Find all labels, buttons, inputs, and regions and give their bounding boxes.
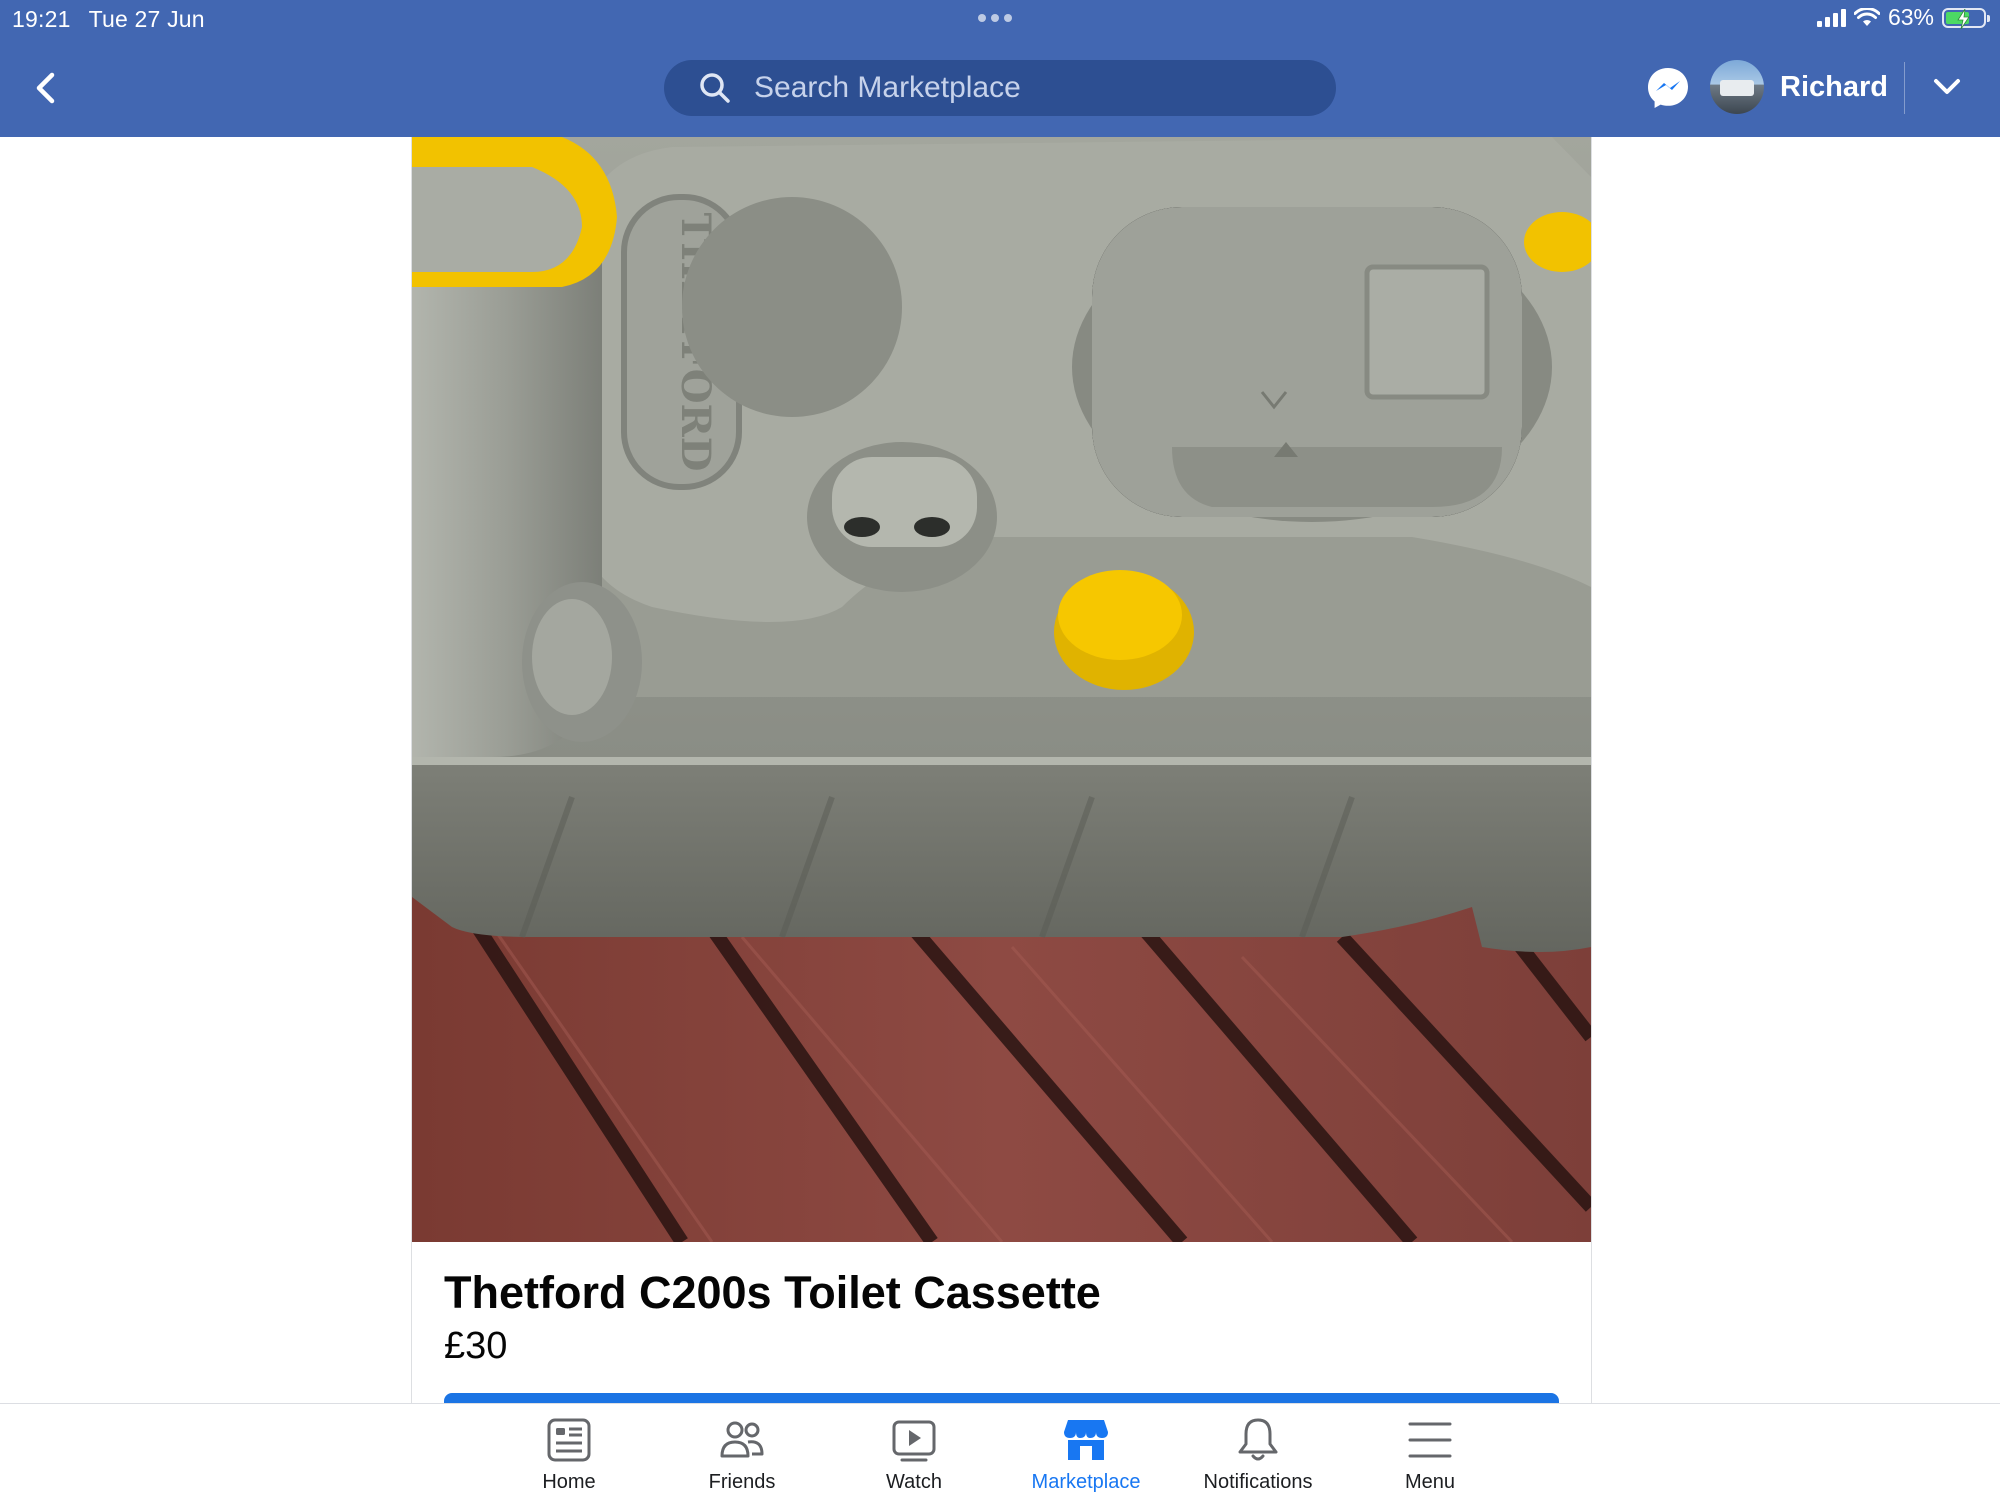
status-date: Tue 27 Jun [88, 6, 205, 32]
nav-label-home: Home [542, 1471, 596, 1493]
battery-charging-icon [1942, 7, 1990, 29]
nav-label-menu: Menu [1404, 1471, 1456, 1493]
search-icon [700, 73, 730, 103]
cellular-signal-icon [1816, 8, 1846, 27]
status-time: 19:21 [12, 6, 71, 32]
nav-label-notifications: Notifications [1203, 1471, 1313, 1493]
profile-name: Richard [1780, 70, 1888, 103]
search-input[interactable] [752, 70, 1316, 106]
home-feed-icon [547, 1418, 591, 1462]
nav-notifications[interactable]: Notifications [1178, 1416, 1338, 1496]
listing-card: THETFORD Thetford C200s Toilet Cassette … [411, 137, 1592, 1403]
top-header: 19:21 Tue 27 Jun 63% Search Marketplace … [0, 0, 2000, 137]
nav-label-friends: Friends [708, 1471, 776, 1493]
back-chevron-icon[interactable] [28, 70, 64, 106]
header-divider [1904, 62, 1905, 114]
nav-marketplace[interactable]: Marketplace [1006, 1416, 1166, 1496]
wifi-icon [1853, 7, 1880, 26]
listing-photo[interactable]: THETFORD [412, 137, 1591, 1242]
listing-price: £30 [444, 1325, 508, 1367]
listing-title: Thetford C200s Toilet Cassette [444, 1267, 1101, 1318]
nav-home[interactable]: Home [489, 1416, 649, 1496]
nav-watch[interactable]: Watch [834, 1416, 994, 1496]
bottom-navigation: Home Friends Watch Marketplace Notificat… [0, 1403, 2000, 1500]
friends-icon [720, 1421, 764, 1458]
battery-percent: 63% [1887, 4, 1934, 30]
search-marketplace-field[interactable] [664, 60, 1336, 116]
status-bar-left: 19:21 Tue 27 Jun [12, 6, 205, 33]
marketplace-listing-page: 19:21 Tue 27 Jun 63% Search Marketplace … [0, 0, 2000, 1500]
chevron-down-icon[interactable] [1930, 70, 1964, 104]
nav-label-marketplace: Marketplace [1031, 1471, 1141, 1493]
watch-play-icon [892, 1420, 936, 1462]
profile-button[interactable]: Richard [1710, 60, 1888, 114]
nav-label-watch: Watch [886, 1471, 942, 1493]
nav-menu[interactable]: Menu [1350, 1416, 1510, 1496]
bell-icon [1238, 1418, 1278, 1461]
nav-friends[interactable]: Friends [662, 1416, 822, 1496]
status-bar-right: 63% [1816, 4, 1990, 31]
messenger-icon[interactable] [1644, 64, 1692, 112]
hamburger-menu-icon [1408, 1422, 1452, 1458]
marketplace-store-icon [1064, 1420, 1108, 1460]
multitasking-dots-icon[interactable] [978, 14, 1012, 22]
message-seller-button[interactable] [444, 1393, 1559, 1403]
avatar [1710, 60, 1764, 114]
